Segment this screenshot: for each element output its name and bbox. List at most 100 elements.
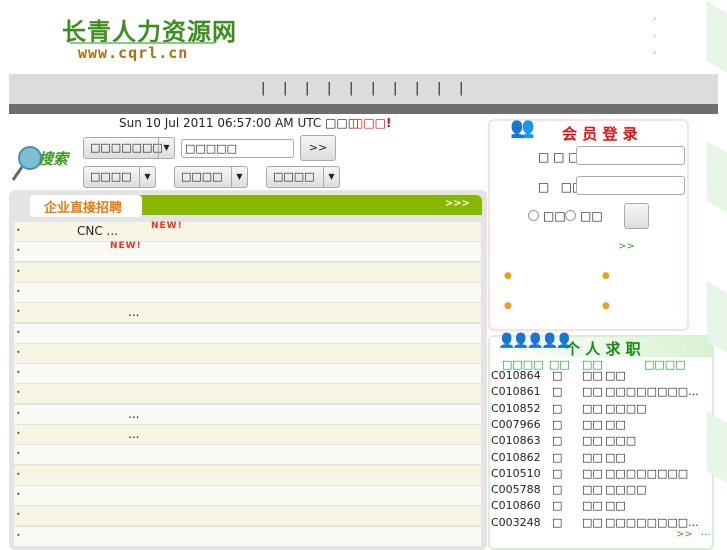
company-job-row[interactable]: • CNC ... NEW! bbox=[14, 221, 481, 241]
seeker-id[interactable]: C010852 bbox=[491, 402, 541, 415]
job-title-link[interactable]: CNC ... bbox=[77, 224, 118, 238]
nav-divider bbox=[9, 104, 718, 114]
chevron-down-icon: ▼ bbox=[139, 167, 155, 187]
seeker-gender: □ bbox=[552, 515, 563, 529]
company-more-link[interactable]: >>> bbox=[445, 198, 470, 209]
company-job-row[interactable]: • bbox=[14, 526, 481, 546]
company-job-row[interactable]: • bbox=[14, 282, 481, 302]
company-job-row[interactable]: •... bbox=[14, 404, 481, 424]
seeker-id[interactable]: C010862 bbox=[491, 451, 541, 464]
nav-separator: | bbox=[261, 81, 266, 96]
company-job-row[interactable]: • bbox=[14, 445, 481, 465]
seeker-id[interactable]: C010863 bbox=[491, 434, 541, 447]
radio-personal-label: □□ bbox=[543, 209, 566, 223]
job-seekers-ellipsis[interactable]: ... bbox=[701, 527, 711, 538]
chevron-down-icon: ▼ bbox=[158, 138, 174, 158]
seeker-id[interactable]: C010860 bbox=[491, 499, 541, 512]
company-job-row[interactable]: •... bbox=[14, 303, 481, 323]
logo-url: www.cqrl.cn bbox=[78, 44, 189, 62]
job-seeker-row[interactable]: C007966 □ □□ □□ bbox=[491, 418, 711, 434]
seeker-gender: □ bbox=[552, 417, 563, 431]
job-title-link[interactable]: ... bbox=[128, 427, 139, 441]
bullet-icon: ● bbox=[602, 271, 610, 281]
seeker-gender: □ bbox=[552, 466, 563, 480]
seeker-id[interactable]: C010861 bbox=[491, 385, 541, 398]
row-bullet: • bbox=[16, 307, 21, 317]
header-link-1[interactable]: › bbox=[653, 14, 656, 23]
company-job-row[interactable]: • bbox=[14, 364, 481, 384]
job-seeker-row[interactable]: C010862 □ □□ □□ bbox=[491, 451, 711, 467]
chevron-down-icon: ▼ bbox=[231, 167, 247, 187]
company-job-row[interactable]: • bbox=[14, 506, 481, 526]
job-seeker-row[interactable]: C010863 □ □□ □□□ bbox=[491, 434, 711, 450]
company-job-row[interactable]: • NEW! bbox=[14, 241, 481, 262]
keyword-input[interactable]: □□□□□ bbox=[181, 139, 294, 158]
decoration bbox=[707, 1, 727, 79]
seeker-edu: □□ bbox=[582, 434, 603, 448]
login-button[interactable] bbox=[624, 203, 649, 229]
seeker-edu: □□ bbox=[582, 466, 603, 480]
job-seekers-title: 个 人 求 职 bbox=[565, 340, 641, 358]
company-job-row[interactable]: •... bbox=[14, 425, 481, 444]
row-bullet: • bbox=[16, 449, 21, 459]
job-seekers-more-link[interactable]: >> bbox=[676, 529, 693, 540]
nav-separator: | bbox=[393, 81, 398, 96]
chevron-down-icon: ▼ bbox=[323, 167, 339, 187]
seeker-id[interactable]: C003248 bbox=[491, 516, 541, 529]
bullet-icon: ● bbox=[504, 271, 512, 281]
company-job-row[interactable]: • bbox=[14, 343, 481, 363]
seeker-gender: □ bbox=[552, 499, 563, 513]
job-seeker-row[interactable]: C005788 □ □□ □□□□ bbox=[491, 483, 711, 499]
header-bar: >>> bbox=[124, 195, 482, 215]
job-title-link[interactable]: ... bbox=[128, 407, 139, 421]
row-bullet: • bbox=[16, 530, 21, 540]
username-input[interactable] bbox=[576, 146, 685, 165]
filter-select-1[interactable]: □□□□ ▼ bbox=[83, 166, 156, 188]
header-link-3[interactable]: › bbox=[653, 48, 656, 57]
seeker-id[interactable]: C010510 bbox=[491, 467, 541, 480]
category-select[interactable]: □□□□□□□ ▼ bbox=[83, 137, 175, 159]
seeker-gender: □ bbox=[552, 401, 563, 415]
filter-value: □□□□ bbox=[273, 170, 315, 183]
decoration bbox=[707, 141, 727, 219]
seeker-id[interactable]: C010864 bbox=[491, 369, 541, 382]
bullet-icon: ● bbox=[602, 301, 610, 311]
company-job-row[interactable]: • bbox=[14, 262, 481, 282]
filter-select-2[interactable]: □□□□ ▼ bbox=[174, 166, 248, 188]
register-link[interactable]: >> bbox=[618, 241, 635, 252]
company-job-row[interactable]: • bbox=[14, 323, 481, 343]
search-button[interactable]: >> bbox=[300, 135, 336, 161]
row-bullet: • bbox=[16, 246, 21, 256]
seeker-id[interactable]: C005788 bbox=[491, 483, 541, 496]
bullet-icon: ● bbox=[504, 301, 512, 311]
company-job-row[interactable]: • bbox=[14, 465, 481, 485]
seeker-id[interactable]: C007966 bbox=[491, 418, 541, 431]
row-bullet: • bbox=[16, 266, 21, 276]
filter-select-3[interactable]: □□□□ ▼ bbox=[266, 166, 340, 188]
nav-separator: | bbox=[459, 81, 464, 96]
job-seeker-row[interactable]: C010861 □ □□ □□□□□□□□... bbox=[491, 385, 711, 401]
filter-value: □□□□ bbox=[181, 170, 223, 183]
company-job-row[interactable]: • bbox=[14, 384, 481, 404]
seeker-position: □□□□□□□□... bbox=[605, 385, 699, 399]
radio-personal[interactable] bbox=[528, 210, 539, 221]
job-seeker-row[interactable]: C010860 □ □□ □□ bbox=[491, 499, 711, 515]
job-seeker-row[interactable]: C010852 □ □□ □□□□ bbox=[491, 402, 711, 418]
row-bullet: • bbox=[16, 408, 21, 418]
company-job-row[interactable]: • bbox=[14, 485, 481, 505]
job-seeker-row[interactable]: C010510 □ □□ □□□□□□□□ bbox=[491, 467, 711, 483]
members-icon: 👥 bbox=[510, 115, 535, 139]
seeker-position: □□□ bbox=[605, 434, 637, 448]
password-input[interactable] bbox=[576, 176, 685, 195]
seeker-gender: □ bbox=[552, 450, 563, 464]
seeker-position: □□□□ bbox=[605, 401, 647, 415]
header-link-2[interactable]: › bbox=[653, 31, 656, 40]
current-date: Sun 10 Jul 2011 06:57:00 AM UTC □□□ bbox=[119, 116, 360, 130]
radio-company[interactable] bbox=[565, 210, 576, 221]
job-title-link[interactable]: ... bbox=[128, 305, 139, 319]
seeker-edu: □□ bbox=[582, 369, 603, 382]
row-bullet: • bbox=[16, 347, 21, 357]
job-seeker-row[interactable]: C010864 □ □□ □□ bbox=[491, 369, 711, 385]
seeker-edu: □□ bbox=[582, 450, 603, 464]
seeker-position: □□ bbox=[605, 369, 626, 382]
